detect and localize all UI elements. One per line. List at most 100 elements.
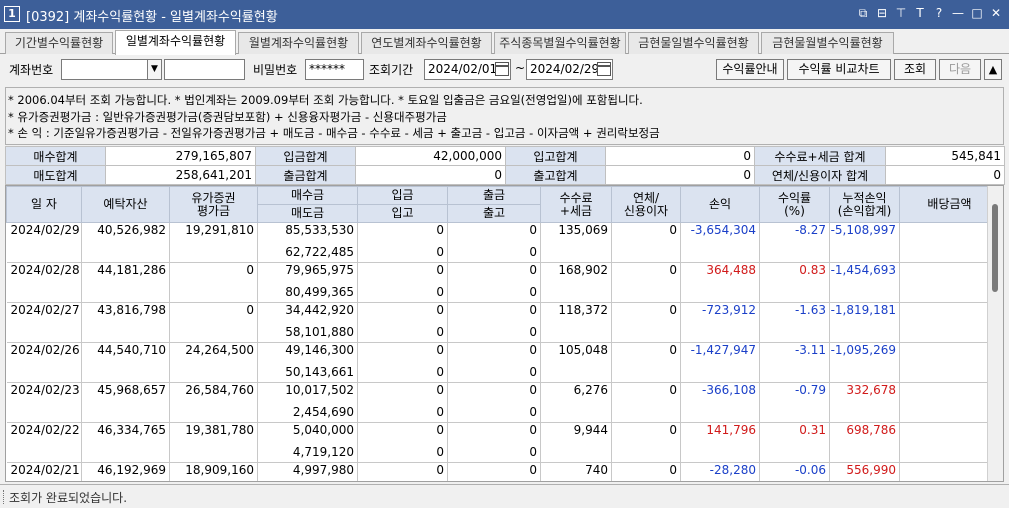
cell-fee-tax: 118,372	[540, 302, 612, 343]
status-grip-icon	[3, 490, 6, 504]
cell-deposit-asset: 40,526,982	[81, 222, 170, 263]
notice-line-3: * 손 익 : 기준일유가증권평가금 - 전일유가증권평가금 + 매도금 - 매…	[8, 126, 660, 140]
cell-date: 2024/02/28	[6, 262, 82, 303]
cell-sell-amount: 58,101,880	[257, 322, 358, 343]
window-title: [0392] 계좌수익률현황 - 일별계좌수익률현황	[26, 10, 278, 25]
account-label: 계좌번호	[9, 63, 54, 77]
password-field[interactable]: ******	[305, 59, 364, 80]
cell-dividend: 0	[899, 462, 1000, 481]
window-titlebar: 1 [0392] 계좌수익률현황 - 일별계좌수익률현황 ⧉ ⊟ ⊤ T ? —…	[0, 0, 1009, 29]
scrollbar-thumb[interactable]	[992, 204, 998, 292]
cell-return-rate: -1.63	[759, 302, 830, 343]
stock-in-total-label: 입고합계	[505, 146, 606, 166]
account-dropdown-icon[interactable]: ▼	[147, 59, 162, 80]
cell-sell-amount: 50,143,661	[257, 362, 358, 383]
link-window-icon[interactable]: ⧉	[856, 5, 870, 21]
cell-deposit: 0	[357, 462, 448, 481]
table-row[interactable]: 2024/02/23 45,968,657 26,584,760 10,017,502…	[6, 382, 1000, 423]
cell-deposit: 0	[357, 382, 448, 403]
cell-securities-eval: 18,909,160	[169, 462, 258, 481]
calendar-to-icon[interactable]	[597, 62, 611, 76]
status-message: 조회가 완료되었습니다.	[9, 491, 128, 505]
tab-gold-monthly-return[interactable]: 금현물월별수익률현황	[761, 32, 894, 54]
fee-tax-total-value: 545,841	[885, 146, 1005, 166]
cell-overdue-interest: 0	[611, 302, 681, 343]
col-date: 일 자	[6, 186, 82, 223]
cell-fee-tax: 105,048	[540, 342, 612, 383]
vertical-scrollbar[interactable]	[987, 186, 1003, 481]
col-deposit: 입금	[357, 186, 448, 205]
summary-table: 매수합계 279,165,807 입금합계 42,000,000 입고합계 0 …	[5, 146, 1005, 185]
col-sell-amount: 매도금	[257, 204, 358, 223]
cell-deposit-asset: 44,540,710	[81, 342, 170, 383]
cell-withdraw: 0	[447, 382, 541, 403]
cell-stock-out: 0	[447, 402, 541, 423]
tab-period-return[interactable]: 기간별수익률현황	[5, 32, 113, 54]
cell-stock-out: 0	[447, 242, 541, 263]
cell-stock-out: 0	[447, 322, 541, 343]
cell-fee-tax: 168,902	[540, 262, 612, 303]
cell-overdue-interest: 0	[611, 382, 681, 423]
next-button[interactable]: 다음	[939, 59, 981, 80]
cell-date: 2024/02/21	[6, 462, 82, 481]
col-buy-amount: 매수금	[257, 186, 358, 205]
date-separator: ~	[515, 61, 526, 75]
tab-gold-daily-return[interactable]: 금현물일별수익률현황	[628, 32, 759, 54]
cell-cum-pnl: -5,108,997	[829, 222, 900, 263]
cell-return-rate: -3.11	[759, 342, 830, 383]
cell-withdraw: 0	[447, 222, 541, 243]
cell-buy-amount: 34,442,920	[257, 302, 358, 323]
notice-line-1: * 2006.04부터 조회 가능합니다. * 법인계좌는 2009.09부터 …	[8, 93, 643, 107]
cell-pnl: -3,654,304	[680, 222, 760, 263]
close-icon[interactable]: ✕	[989, 5, 1003, 21]
fee-tax-total-label: 수수료+세금 합계	[754, 146, 886, 166]
cell-stock-in: 0	[357, 242, 448, 263]
cell-return-rate: -8.27	[759, 222, 830, 263]
cell-securities-eval: 24,264,500	[169, 342, 258, 383]
cell-buy-amount: 49,146,300	[257, 342, 358, 363]
cell-stock-out: 0	[447, 362, 541, 383]
buy-total-label: 매수합계	[5, 146, 106, 166]
daily-return-grid: 일 자 예탁자산 유가증권 평가금 매수금 입금 출금 수수료 +세금 연체/ …	[5, 185, 1004, 482]
period-label: 조회기간	[369, 63, 414, 77]
cell-return-rate: -0.79	[759, 382, 830, 423]
tab-daily-account-return[interactable]: 일별계좌수익률현황	[115, 30, 236, 55]
tab-stock-monthly-return[interactable]: 주식종목별월수익률현황	[494, 32, 626, 54]
copy-window-icon[interactable]: ⊟	[875, 5, 889, 21]
tab-monthly-account-return[interactable]: 월별계좌수익률현황	[238, 32, 359, 54]
table-row[interactable]: 2024/02/28 44,181,286 0 79,965,975 0 0 168,902…	[6, 262, 1000, 303]
cell-overdue-interest: 0	[611, 342, 681, 383]
collapse-up-icon[interactable]: ▲	[984, 59, 1002, 80]
return-guide-button[interactable]: 수익률안내	[716, 59, 784, 80]
font-size-icon[interactable]: T	[913, 5, 927, 21]
cell-return-rate: 0.83	[759, 262, 830, 303]
status-bar: 조회가 완료되었습니다.	[0, 484, 1009, 508]
cell-withdraw: 0	[447, 262, 541, 283]
help-icon[interactable]: ?	[932, 5, 946, 21]
cell-pnl: -28,280	[680, 462, 760, 481]
table-row[interactable]: 2024/02/26 44,540,710 24,264,500 49,146,300…	[6, 342, 1000, 383]
tab-yearly-account-return[interactable]: 연도별계좌수익률현황	[361, 32, 492, 54]
cell-pnl: -366,108	[680, 382, 760, 423]
cell-stock-out: 0	[447, 442, 541, 463]
notice-panel: * 2006.04부터 조회 가능합니다. * 법인계좌는 2009.09부터 …	[5, 87, 1004, 145]
col-cum-pnl: 누적손익 (손익합계)	[829, 186, 900, 223]
return-compare-chart-button[interactable]: 수익률 비교차트	[787, 59, 891, 80]
calendar-from-icon[interactable]	[495, 62, 509, 76]
cell-fee-tax: 9,944	[540, 422, 612, 463]
cell-cum-pnl: 332,678	[829, 382, 900, 423]
sell-total-label: 매도합계	[5, 165, 106, 185]
cell-sell-amount: 80,499,365	[257, 282, 358, 303]
table-row[interactable]: 2024/02/29 40,526,982 19,291,810 85,533,530…	[6, 222, 1000, 263]
table-row[interactable]: 2024/02/22 46,334,765 19,381,780 5,040,000 0…	[6, 422, 1000, 463]
search-button[interactable]: 조회	[894, 59, 936, 80]
maximize-icon[interactable]: □	[970, 5, 984, 21]
pin-icon[interactable]: ⊤	[894, 5, 908, 21]
cell-withdraw: 0	[447, 342, 541, 363]
minimize-icon[interactable]: —	[951, 5, 965, 21]
cell-stock-in: 0	[357, 322, 448, 343]
cell-deposit-asset: 46,192,969	[81, 462, 170, 481]
cell-dividend: 0	[899, 342, 1000, 383]
table-row[interactable]: 2024/02/27 43,816,798 0 34,442,920 0 0 118,372…	[6, 302, 1000, 343]
table-row[interactable]: 2024/02/21 46,192,969 18,909,160 4,997,980 0…	[6, 462, 1000, 481]
